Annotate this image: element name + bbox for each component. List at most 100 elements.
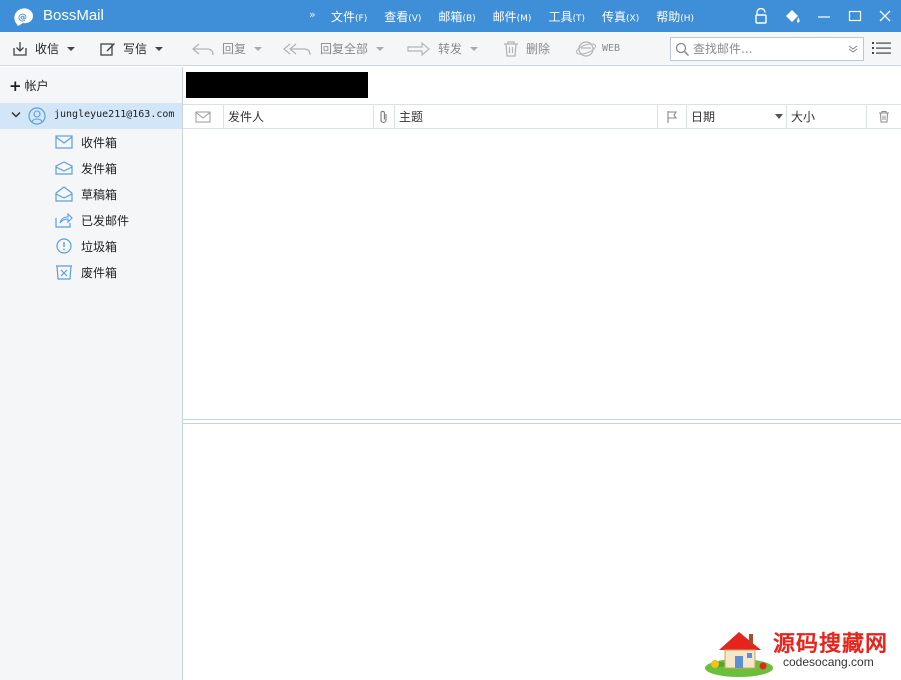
folder-spam[interactable]: 垃圾箱 xyxy=(55,236,117,256)
inbox-icon xyxy=(55,135,73,149)
folder-inbox[interactable]: 收件箱 xyxy=(55,132,117,152)
maximize-button[interactable] xyxy=(845,6,865,26)
col-size[interactable]: 大小 xyxy=(787,105,867,128)
title-bar: @ BossMail » 文件(F) 查看(V) 邮箱(B) 邮件(M) 工具(… xyxy=(0,0,901,32)
watermark-url: codesocang.com xyxy=(783,655,874,669)
menu-mailbox[interactable]: 邮箱(B) xyxy=(438,8,475,25)
col-sender-label: 发件人 xyxy=(228,110,265,124)
receive-icon xyxy=(13,41,27,56)
sent-icon xyxy=(55,212,73,228)
folder-label: 发件箱 xyxy=(81,161,118,176)
col-subject[interactable]: 主题 xyxy=(395,105,658,128)
account-email: jungleyue211@163.com xyxy=(54,109,175,120)
lock-icon xyxy=(755,8,767,24)
receive-label: 收信 xyxy=(35,42,60,56)
menu-expand-icon[interactable]: » xyxy=(309,8,316,21)
search-input[interactable] xyxy=(693,40,843,58)
reply-label: 回复 xyxy=(222,42,247,56)
paint-bucket-icon xyxy=(786,10,800,23)
web-label: WEB xyxy=(602,43,621,54)
compose-dropdown-icon[interactable] xyxy=(155,46,164,51)
col-flag[interactable] xyxy=(658,105,687,128)
svg-text:@: @ xyxy=(18,13,27,23)
forward-button[interactable]: 转发 xyxy=(406,32,479,65)
col-delete[interactable] xyxy=(867,105,901,128)
menu-view[interactable]: 查看(V) xyxy=(384,8,421,25)
account-avatar-icon xyxy=(28,107,46,125)
mail-list[interactable] xyxy=(183,129,901,419)
plus-icon: + xyxy=(9,76,22,95)
maximize-icon xyxy=(848,10,862,22)
account-row[interactable]: jungleyue211@163.com xyxy=(0,103,182,129)
lock-button[interactable] xyxy=(751,6,771,26)
compose-icon xyxy=(100,42,115,56)
menu-mail[interactable]: 邮件(M) xyxy=(493,8,532,25)
menu-help[interactable]: 帮助(H) xyxy=(656,8,694,25)
search-icon xyxy=(675,42,690,57)
drafts-icon xyxy=(55,186,73,202)
reply-all-icon xyxy=(282,43,311,55)
trash-icon xyxy=(879,111,889,123)
add-account-button[interactable]: + 帐户 xyxy=(9,77,49,94)
app-title: BossMail xyxy=(43,7,104,24)
col-subject-label: 主题 xyxy=(399,110,424,124)
forward-label: 转发 xyxy=(438,42,463,56)
app-logo-icon: @ xyxy=(14,8,33,26)
folder-sent[interactable]: 已发邮件 xyxy=(55,210,129,230)
envelope-icon xyxy=(195,111,211,122)
col-date-label: 日期 xyxy=(691,110,716,124)
reply-all-label: 回复全部 xyxy=(320,42,369,56)
receive-button[interactable]: 收信 xyxy=(11,32,76,65)
folder-label: 已发邮件 xyxy=(81,213,130,228)
folder-drafts[interactable]: 草稿箱 xyxy=(55,184,117,204)
list-view-icon[interactable] xyxy=(872,41,892,55)
folder-label: 草稿箱 xyxy=(81,187,118,202)
col-date[interactable]: 日期 xyxy=(687,105,787,128)
menu-fax[interactable]: 传真(X) xyxy=(602,8,639,25)
delete-button[interactable]: 删除 xyxy=(502,32,550,65)
trash-icon xyxy=(56,265,72,280)
folder-label: 收件箱 xyxy=(81,135,118,150)
mail-list-header: 发件人 主题 日期 大小 xyxy=(183,104,901,129)
reply-all-dropdown-icon[interactable] xyxy=(376,46,385,51)
web-button[interactable]: WEB xyxy=(576,32,620,65)
chevron-down-icon[interactable] xyxy=(11,111,21,119)
skin-button[interactable] xyxy=(783,6,803,26)
folder-trash[interactable]: 废件箱 xyxy=(55,262,117,282)
folder-label: 废件箱 xyxy=(81,265,118,280)
reply-all-button[interactable]: 回复全部 xyxy=(282,32,385,65)
reply-button[interactable]: 回复 xyxy=(190,32,263,65)
reply-dropdown-icon[interactable] xyxy=(254,46,263,51)
sort-descending-icon xyxy=(775,114,783,119)
compose-button[interactable]: 写信 xyxy=(99,32,164,65)
add-account-label: 帐户 xyxy=(24,79,49,93)
toolbar: 收信 写信 回复 回复全部 转发 删除 WEB xyxy=(0,32,901,66)
menu-file[interactable]: 文件(F) xyxy=(331,8,367,25)
outbox-icon xyxy=(55,161,73,175)
delete-label: 删除 xyxy=(526,42,551,56)
search-options-icon[interactable] xyxy=(848,44,858,54)
col-size-label: 大小 xyxy=(791,110,816,124)
folder-label: 垃圾箱 xyxy=(81,239,118,254)
sidebar: + 帐户 jungleyue211@163.com 收件箱 发件箱 草稿箱 已发… xyxy=(0,67,183,680)
flag-icon xyxy=(667,110,678,123)
col-read-status[interactable] xyxy=(183,105,224,128)
watermark-title: 源码搜藏网 xyxy=(773,632,889,657)
reply-icon xyxy=(191,43,214,55)
redacted-bar xyxy=(186,72,368,98)
menu-bar: 文件(F) 查看(V) 邮箱(B) 邮件(M) 工具(T) 传真(X) 帮助(H… xyxy=(331,8,711,25)
minimize-icon xyxy=(818,16,830,18)
close-button[interactable] xyxy=(875,6,895,26)
delete-icon xyxy=(504,40,518,57)
house-logo-icon xyxy=(705,632,773,677)
forward-icon xyxy=(407,41,430,56)
menu-tools[interactable]: 工具(T) xyxy=(548,8,585,25)
compose-label: 写信 xyxy=(123,42,148,56)
minimize-button[interactable] xyxy=(814,6,834,26)
watermark: 源码搜藏网 codesocang.com xyxy=(703,624,901,680)
receive-dropdown-icon[interactable] xyxy=(67,46,76,51)
col-sender[interactable]: 发件人 xyxy=(224,105,374,128)
col-attachment[interactable] xyxy=(374,105,395,128)
folder-outbox[interactable]: 发件箱 xyxy=(55,158,117,178)
forward-dropdown-icon[interactable] xyxy=(470,46,479,51)
